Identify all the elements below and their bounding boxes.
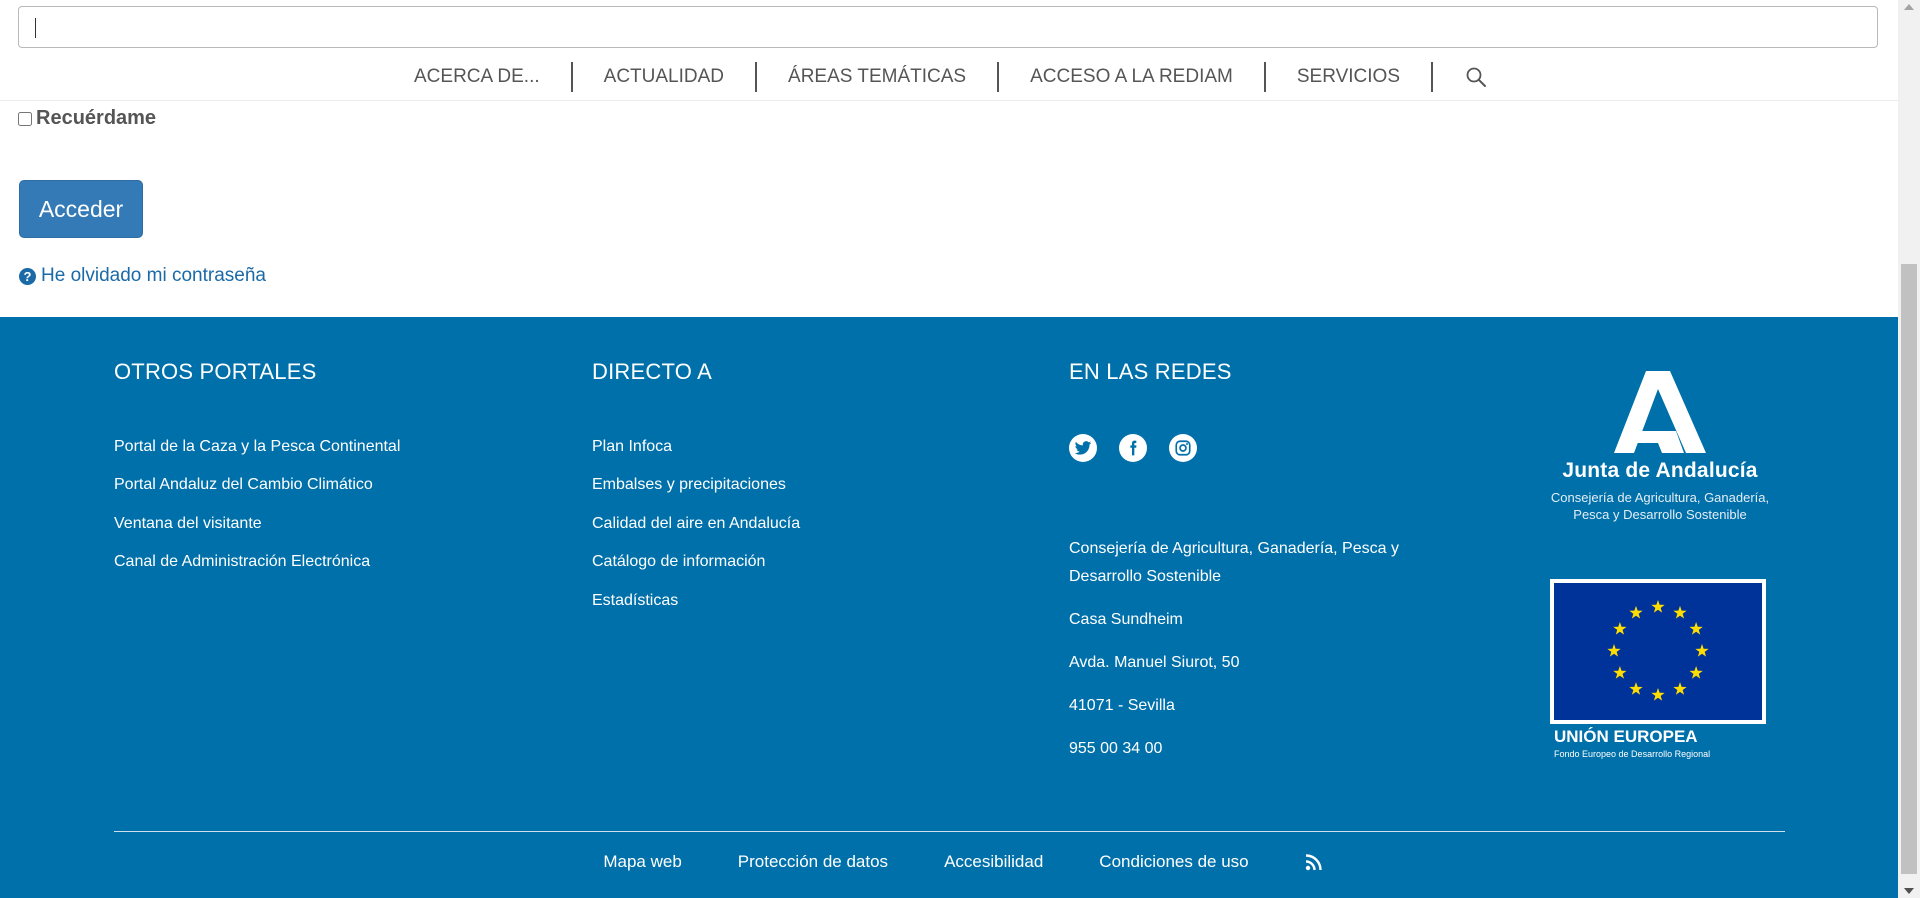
- eu-star: [1629, 605, 1643, 619]
- eu-star: [1651, 600, 1665, 613]
- scroll-down-arrow[interactable]: [1904, 888, 1914, 894]
- nav-item-acceso-rediam[interactable]: ACCESO A LA REDIAM: [999, 60, 1264, 94]
- forgot-password-link[interactable]: ? He olvidado mi contraseña: [19, 265, 266, 287]
- remember-label: Recuérdame: [36, 107, 157, 129]
- eu-star: [1607, 644, 1621, 657]
- question-circle-icon: ?: [19, 267, 36, 285]
- nav-items: ACERCA DE... ACTUALIDAD ÁREAS TEMÁTICAS …: [0, 60, 1898, 94]
- footer-link[interactable]: Ventana del visitante: [114, 514, 400, 552]
- eu-star: [1695, 644, 1709, 657]
- eu-star: [1651, 688, 1665, 701]
- footer-title-directo-a: DIRECTO A: [592, 359, 712, 384]
- address-city: 41071 - Sevilla: [1069, 697, 1175, 714]
- twitter-icon[interactable]: [1069, 434, 1097, 462]
- facebook-icon[interactable]: [1119, 434, 1147, 462]
- contact-address: Consejería de Agricultura, Ganadería, Pe…: [1069, 535, 1409, 778]
- nav-item-acerca[interactable]: ACERCA DE...: [383, 60, 571, 94]
- footer-link[interactable]: Estadísticas: [592, 591, 800, 629]
- eu-star: [1629, 682, 1643, 695]
- footer-link-mapa-web[interactable]: Mapa web: [603, 852, 681, 872]
- footer-link[interactable]: Portal Andaluz del Cambio Climático: [114, 475, 400, 513]
- nav-search-button[interactable]: [1433, 60, 1515, 94]
- eu-star: [1613, 666, 1627, 679]
- address-building: Casa Sundheim: [1069, 611, 1183, 628]
- junta-subtitle: Consejería de Agricultura, Ganadería, Pe…: [1550, 490, 1770, 522]
- search-field[interactable]: [18, 6, 1878, 48]
- footer: OTROS PORTALES Portal de la Caza y la Pe…: [0, 317, 1898, 898]
- footer-link[interactable]: Calidad del aire en Andalucía: [592, 514, 800, 552]
- eu-title: UNIÓN EUROPEA: [1554, 727, 1698, 746]
- footer-link[interactable]: Embalses y precipitaciones: [592, 475, 800, 513]
- search-input[interactable]: [19, 7, 1877, 47]
- eu-star: [1689, 666, 1703, 679]
- footer-list-otros-portales: Portal de la Caza y la Pesca Continental…: [114, 437, 400, 591]
- address-phone: 955 00 34 00: [1069, 740, 1163, 757]
- remember-me[interactable]: Recuérdame: [18, 107, 156, 130]
- nav-item-actualidad[interactable]: ACTUALIDAD: [573, 60, 755, 94]
- footer-link[interactable]: Portal de la Caza y la Pesca Continental: [114, 437, 400, 475]
- main-nav: ACERCA DE... ACTUALIDAD ÁREAS TEMÁTICAS …: [0, 52, 1898, 101]
- search-icon: [1466, 67, 1486, 87]
- page-scrollbar[interactable]: [1898, 0, 1920, 898]
- remember-checkbox[interactable]: [18, 111, 32, 126]
- eu-logo[interactable]: UNIÓN EUROPEA Fondo Europeo de Desarroll…: [1550, 579, 1768, 759]
- junta-name: Junta de Andalucía: [1562, 459, 1758, 482]
- footer-title-en-las-redes: EN LAS REDES: [1069, 359, 1232, 384]
- address-street: Avda. Manuel Siurot, 50: [1069, 654, 1240, 671]
- junta-andalucia-logo[interactable]: Junta de Andalucía Consejería de Agricul…: [1548, 369, 1772, 523]
- nav-item-servicios[interactable]: SERVICIOS: [1266, 60, 1431, 94]
- footer-link[interactable]: Catálogo de información: [592, 552, 800, 590]
- forgot-password-label: He olvidado mi contraseña: [41, 265, 266, 286]
- eu-star: [1673, 682, 1687, 695]
- eu-star: [1689, 622, 1703, 635]
- footer-link[interactable]: Plan Infoca: [592, 437, 800, 475]
- instagram-icon[interactable]: [1169, 434, 1197, 462]
- login-button[interactable]: Acceder: [19, 180, 143, 238]
- social-links: [1069, 434, 1219, 462]
- eu-flag: [1550, 579, 1766, 724]
- eu-subtitle: Fondo Europeo de Desarrollo Regional: [1554, 749, 1711, 759]
- footer-link-accesibilidad[interactable]: Accesibilidad: [944, 852, 1043, 872]
- nav-item-areas-tematicas[interactable]: ÁREAS TEMÁTICAS: [757, 60, 997, 94]
- address-organization: Consejería de Agricultura, Ganadería, Pe…: [1069, 540, 1399, 585]
- junta-a-emblem: [1614, 371, 1706, 453]
- footer-link[interactable]: Canal de Administración Electrónica: [114, 552, 400, 590]
- footer-bottom-links: Mapa web Protección de datos Accesibilid…: [0, 852, 1898, 872]
- eu-star: [1613, 622, 1627, 635]
- scroll-thumb[interactable]: [1901, 264, 1917, 874]
- footer-link-condiciones-uso[interactable]: Condiciones de uso: [1099, 852, 1248, 872]
- rss-icon[interactable]: [1305, 853, 1323, 871]
- footer-link-proteccion-datos[interactable]: Protección de datos: [738, 852, 888, 872]
- eu-stars: [1607, 600, 1709, 701]
- footer-title-otros-portales: OTROS PORTALES: [114, 359, 317, 384]
- scroll-up-arrow[interactable]: [1904, 4, 1914, 10]
- eu-star: [1673, 605, 1687, 619]
- footer-divider: [114, 831, 1785, 832]
- footer-list-directo-a: Plan Infoca Embalses y precipitaciones C…: [592, 437, 800, 629]
